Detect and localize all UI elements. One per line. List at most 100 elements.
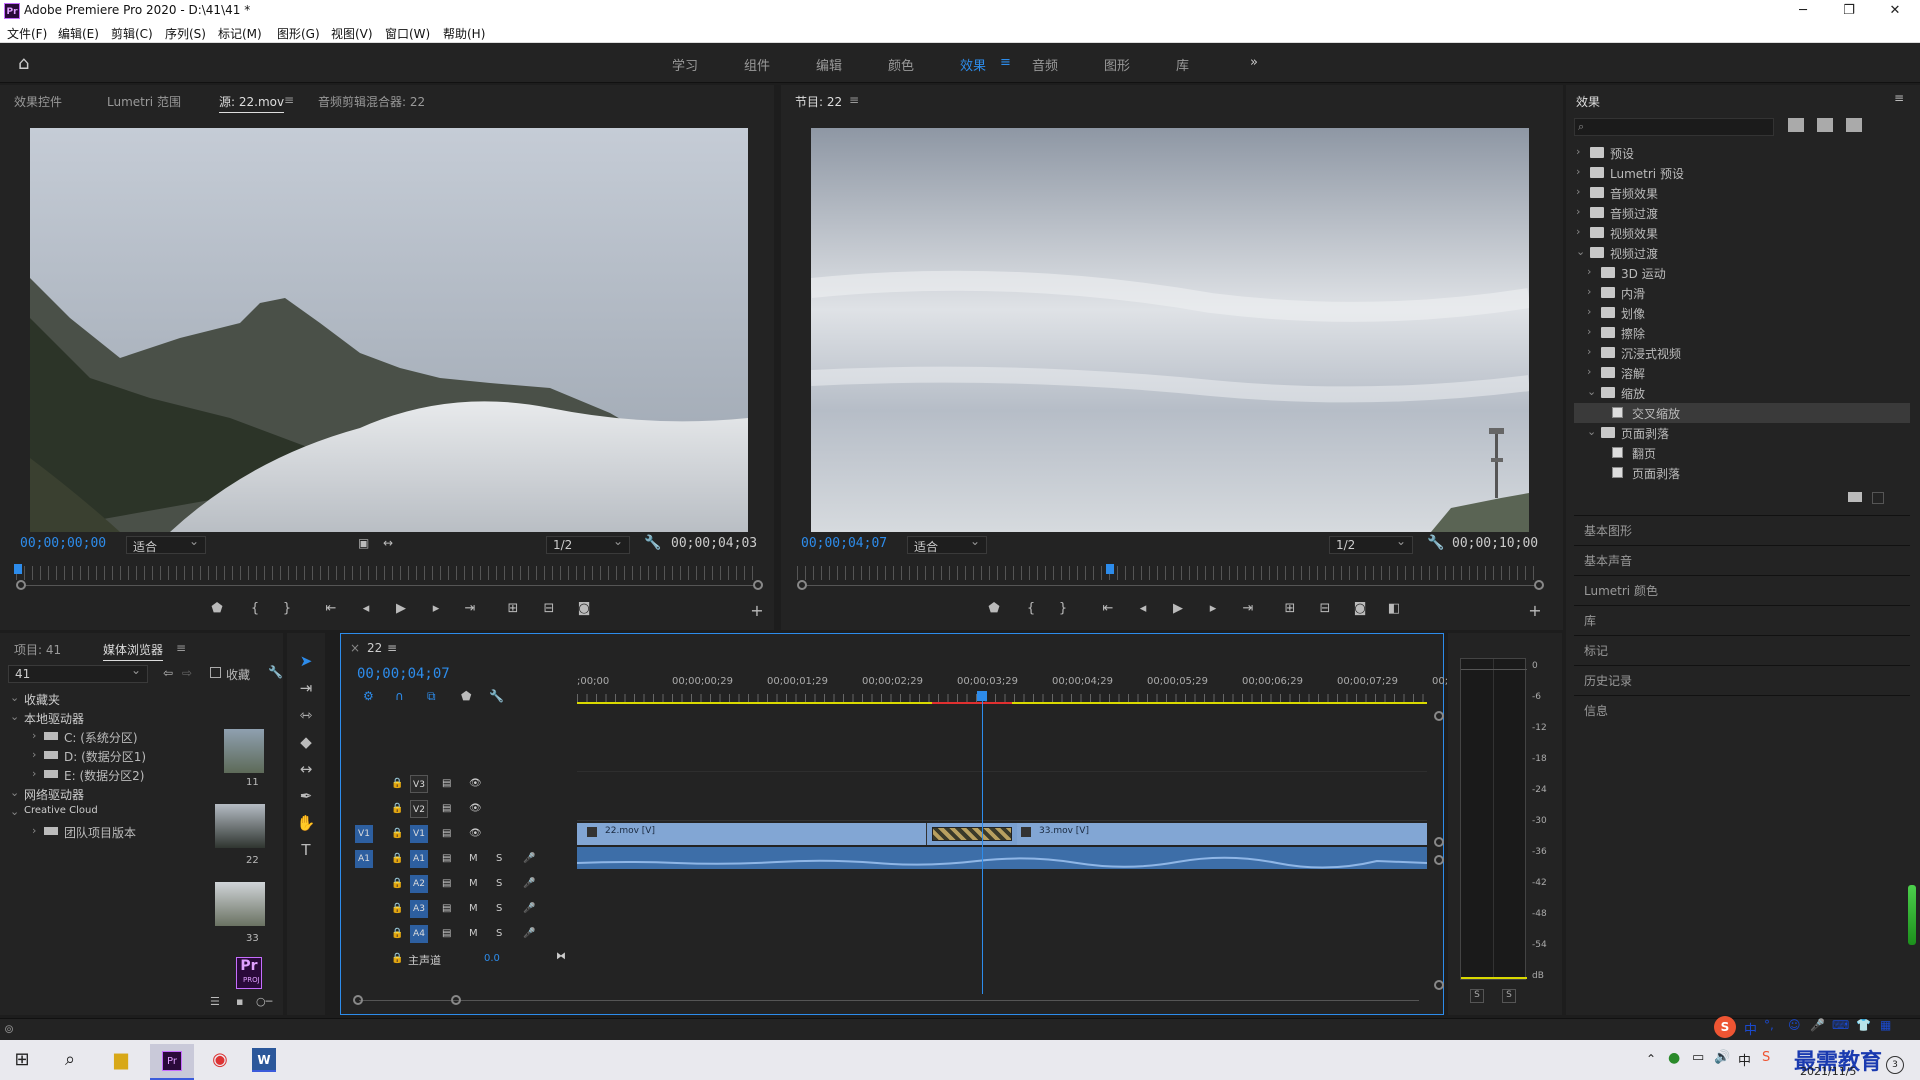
nest-icon[interactable]: ⚙ bbox=[363, 689, 374, 703]
volume-icon[interactable]: 🔊 bbox=[1714, 1050, 1730, 1065]
yuv-effects-icon[interactable] bbox=[1846, 118, 1862, 132]
linked-selection-icon[interactable]: ⧉ bbox=[427, 689, 436, 704]
program-mark-out-icon[interactable]: } bbox=[1054, 601, 1072, 616]
drive-tree-item[interactable]: › 团队项目版本 bbox=[8, 822, 204, 842]
workspace-graphics[interactable]: 图形 bbox=[1104, 55, 1130, 74]
razor-tool-icon[interactable]: ◆ bbox=[294, 733, 318, 753]
timeline-playhead[interactable] bbox=[977, 691, 987, 701]
a1-sync-icon[interactable]: ▤ bbox=[442, 853, 451, 864]
add-marker-icon[interactable]: ⬟ bbox=[208, 601, 226, 616]
effects-tree-item[interactable]: ⌄ 视频过渡 bbox=[1574, 243, 1910, 263]
program-button-editor-plus-icon[interactable]: + bbox=[1526, 601, 1544, 620]
workspace-audio[interactable]: 音频 bbox=[1032, 55, 1058, 74]
v2-lock-icon[interactable]: 🔒 bbox=[391, 803, 403, 814]
effects-tree-item[interactable]: › 视频效果 bbox=[1574, 223, 1910, 243]
chevron-right-icon[interactable]: › bbox=[1587, 265, 1591, 278]
menu-file[interactable]: 文件(F) bbox=[7, 25, 47, 42]
effects-section-header[interactable]: 基本图形 bbox=[1574, 515, 1910, 543]
workspace-assembly[interactable]: 组件 bbox=[744, 55, 770, 74]
ripple-edit-tool-icon[interactable]: ⇿ bbox=[294, 706, 318, 726]
a3-sync-icon[interactable]: ▤ bbox=[442, 903, 451, 914]
effects-tree-item[interactable]: › 划像 bbox=[1574, 303, 1910, 323]
a1-mic-icon[interactable]: 🎤 bbox=[523, 853, 535, 864]
menu-edit[interactable]: 编辑(E) bbox=[58, 25, 99, 42]
effects-tree-item[interactable]: › Lumetri 预设 bbox=[1574, 163, 1910, 183]
master-volume-value[interactable]: 0.0 bbox=[484, 953, 500, 964]
windows-start-icon[interactable]: ⊞ bbox=[4, 1042, 40, 1078]
chevron-right-icon[interactable]: › bbox=[1576, 185, 1580, 198]
timeline-timecode[interactable]: 00;00;04;07 bbox=[357, 666, 450, 682]
effects-section-header[interactable]: Lumetri 颜色 bbox=[1574, 575, 1910, 603]
effects-tree-item[interactable]: › 3D 运动 bbox=[1574, 263, 1910, 283]
program-timecode[interactable]: 00;00;04;07 bbox=[801, 536, 887, 551]
chevron-right-icon[interactable]: › bbox=[1576, 205, 1580, 218]
chevron-right-icon[interactable]: › bbox=[1587, 345, 1591, 358]
track-v2-target[interactable]: V2 bbox=[410, 800, 428, 818]
word-icon[interactable]: W bbox=[252, 1048, 276, 1072]
premiere-taskbar-button[interactable]: Pr bbox=[150, 1044, 194, 1080]
close-sequence-icon[interactable]: × bbox=[350, 641, 360, 655]
chevron-right-icon[interactable]: › bbox=[1587, 305, 1591, 318]
type-tool-icon[interactable]: T bbox=[294, 841, 318, 861]
thumb-22-image[interactable] bbox=[215, 804, 265, 848]
source-patch-v1[interactable]: V1 bbox=[355, 825, 373, 843]
chevron-right-icon[interactable]: › bbox=[1576, 145, 1580, 158]
a3-mute[interactable]: M bbox=[469, 903, 478, 914]
effects-tree-item[interactable]: › 溶解 bbox=[1574, 363, 1910, 383]
v2-sync-icon[interactable]: ▤ bbox=[442, 803, 451, 814]
v3-lock-icon[interactable]: 🔒 bbox=[391, 778, 403, 789]
source-zoom-bar[interactable] bbox=[25, 585, 755, 586]
timeline-vscroll-mid2[interactable] bbox=[1434, 855, 1444, 865]
drag-video-audio-icon[interactable]: ↔ bbox=[383, 536, 393, 550]
minimize-button[interactable]: ─ bbox=[1780, 0, 1826, 22]
a4-solo[interactable]: S bbox=[496, 928, 502, 939]
timeline-settings-wrench-icon[interactable]: 🔧 bbox=[489, 689, 504, 703]
lift-icon[interactable]: ⊞ bbox=[1281, 601, 1299, 616]
effects-section-header[interactable]: 信息 bbox=[1574, 695, 1910, 723]
program-go-to-out-icon[interactable]: ⇥ bbox=[1239, 601, 1257, 616]
thumb-33-image[interactable] bbox=[215, 882, 265, 926]
drive-tree-item[interactable]: › D: (数据分区1) bbox=[8, 746, 204, 766]
snap-magnet-icon[interactable]: ∩ bbox=[395, 689, 404, 703]
tab-program[interactable]: 节目: 22 bbox=[795, 93, 842, 110]
track-a3-target[interactable]: A3 bbox=[410, 900, 428, 918]
a2-sync-icon[interactable]: ▤ bbox=[442, 878, 451, 889]
drive-tree-item[interactable]: › E: (数据分区2) bbox=[8, 765, 204, 785]
comparison-view-icon[interactable]: ◧ bbox=[1385, 601, 1403, 616]
effects-tree-item[interactable]: ⌄ 缩放 bbox=[1574, 383, 1910, 403]
icon-view-icon[interactable]: ▪ bbox=[236, 995, 243, 1008]
zoom-slider[interactable]: ○─ bbox=[256, 995, 272, 1008]
v3-sync-icon[interactable]: ▤ bbox=[442, 778, 451, 789]
chevron-right-icon[interactable]: › bbox=[32, 767, 36, 780]
source-video-frame[interactable] bbox=[30, 128, 748, 532]
program-playhead[interactable] bbox=[1106, 564, 1114, 574]
list-view-icon[interactable]: ☰ bbox=[210, 995, 220, 1008]
tab-media-browser[interactable]: 媒体浏览器 bbox=[103, 641, 164, 661]
overwrite-icon[interactable]: ⊟ bbox=[540, 601, 558, 616]
drive-tree-item[interactable]: › C: (系统分区) bbox=[8, 727, 204, 747]
chevron-right-icon[interactable]: › bbox=[1587, 365, 1591, 378]
program-add-marker-icon[interactable]: ⬟ bbox=[985, 601, 1003, 616]
menu-sequence[interactable]: 序列(S) bbox=[165, 25, 206, 42]
media-path-dropdown[interactable]: 41 bbox=[8, 663, 148, 683]
effects-tree-item[interactable]: 交叉缩放 bbox=[1574, 403, 1910, 423]
chevron-right-icon[interactable]: › bbox=[1576, 165, 1580, 178]
step-back-icon[interactable]: ◂ bbox=[357, 601, 375, 616]
workspace-menu-icon[interactable]: ≡ bbox=[1000, 55, 1011, 70]
v1-eye-icon[interactable]: 👁 bbox=[469, 828, 482, 839]
a4-sync-icon[interactable]: ▤ bbox=[442, 928, 451, 939]
chevron-down-icon[interactable]: ⌄ bbox=[1587, 385, 1596, 398]
network-icon[interactable]: ▭ bbox=[1692, 1050, 1704, 1065]
audio-clip-a1[interactable] bbox=[576, 847, 1428, 869]
insert-icon[interactable]: ⊞ bbox=[504, 601, 522, 616]
menu-marker[interactable]: 标记(M) bbox=[218, 25, 262, 42]
effects-tree-item[interactable]: › 内滑 bbox=[1574, 283, 1910, 303]
chevron-right-icon[interactable]: › bbox=[1587, 325, 1591, 338]
timeline-hscroll-left[interactable] bbox=[353, 995, 363, 1005]
clip-22-video[interactable]: 22.mov [V] bbox=[577, 823, 927, 845]
program-step-back-icon[interactable]: ◂ bbox=[1134, 601, 1152, 616]
a2-solo[interactable]: S bbox=[496, 878, 502, 889]
a4-mute[interactable]: M bbox=[469, 928, 478, 939]
sogou-ime-icon[interactable]: S bbox=[1762, 1050, 1770, 1065]
program-zoom-handle-right[interactable] bbox=[1534, 580, 1544, 590]
